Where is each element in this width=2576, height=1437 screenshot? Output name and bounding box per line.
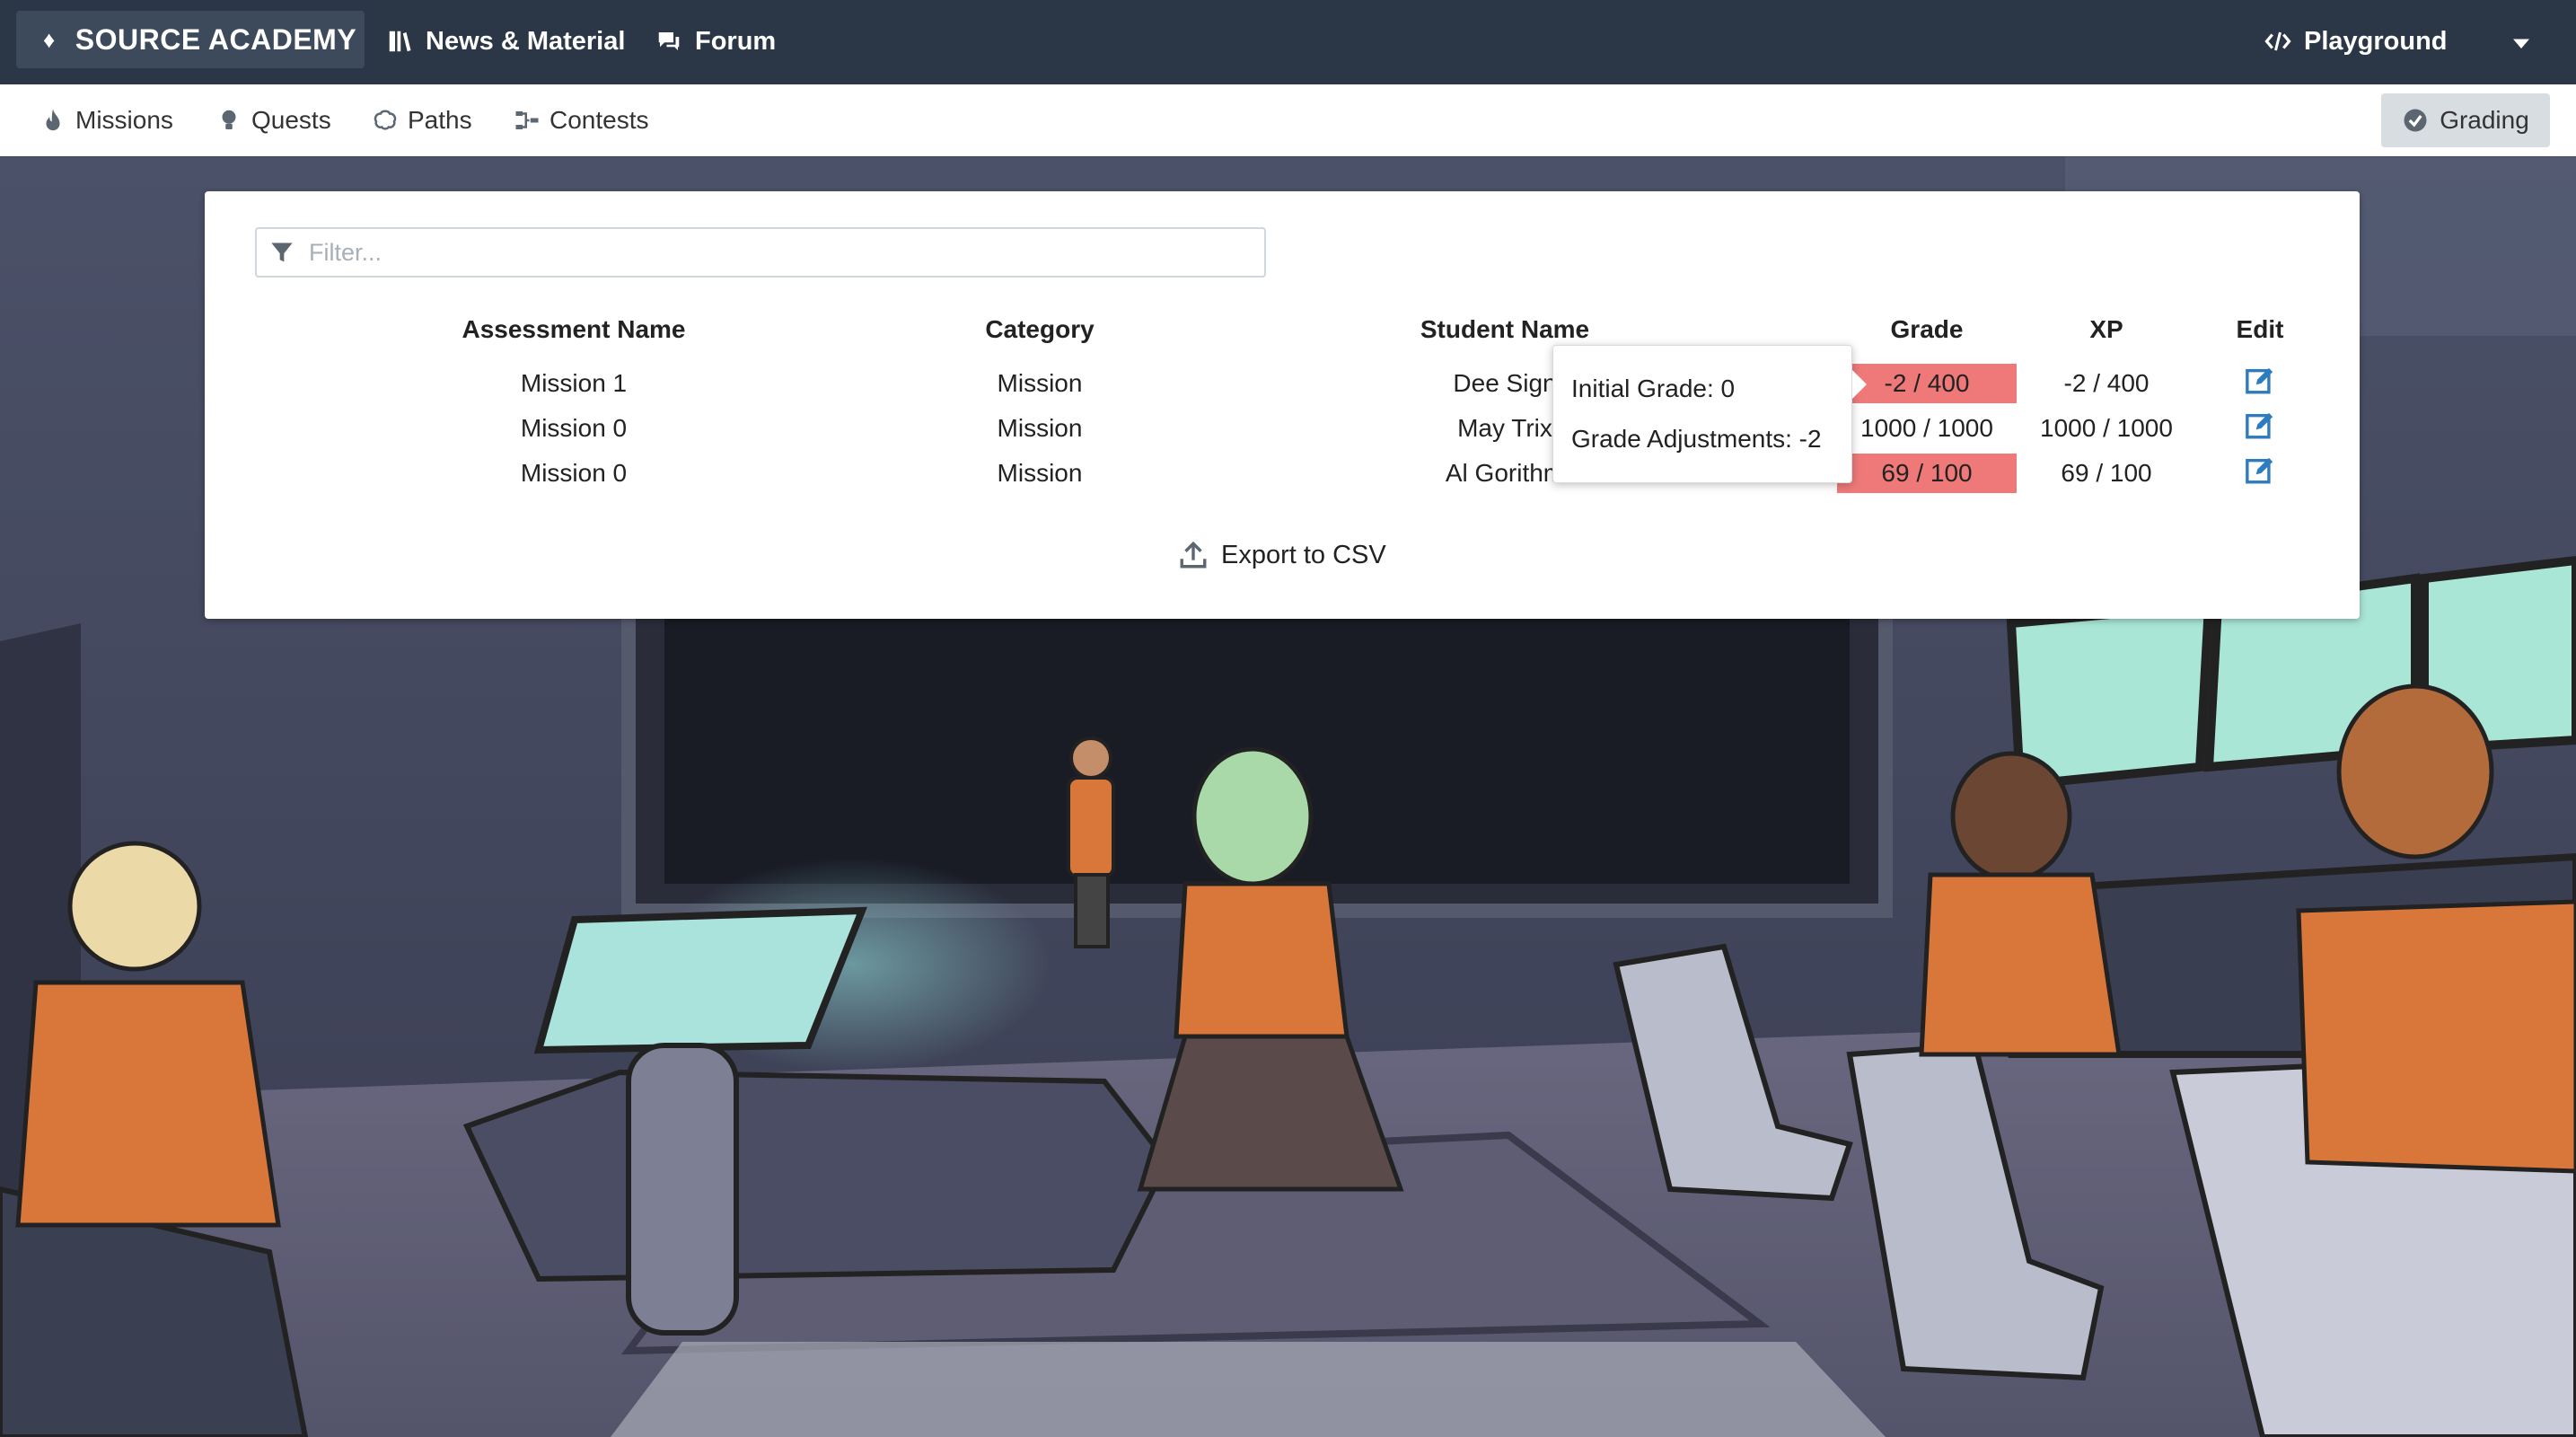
grade-value: -2 / 400 xyxy=(1884,369,1970,397)
col-header-assessment[interactable]: Assessment Name xyxy=(462,315,685,344)
brand-label: SOURCE ACADEMY xyxy=(75,22,357,56)
grading-card: Assessment Name Category Student Name Gr… xyxy=(205,191,2360,619)
tab-paths-label: Paths xyxy=(408,106,472,134)
col-header-category[interactable]: Category xyxy=(985,315,1094,344)
tooltip-initial-grade: Initial Grade: 0 xyxy=(1571,375,1736,402)
col-header-grade[interactable]: Grade xyxy=(1891,315,1964,344)
table-row-3-student: Al Gorithm xyxy=(1445,459,1565,487)
table-row-2-student: May Trix xyxy=(1457,414,1552,442)
tab-grading[interactable]: Grading xyxy=(2381,93,2550,147)
brain-icon xyxy=(374,110,397,130)
edit-icon[interactable] xyxy=(2245,455,2275,486)
grade-tooltip: Initial Grade: 0 Grade Adjustments: -2 xyxy=(1552,345,1852,483)
tab-contests[interactable]: Contests xyxy=(514,101,649,140)
upload-icon xyxy=(1180,541,1207,569)
brand-button[interactable]: ♦ SOURCE ACADEMY xyxy=(16,11,365,68)
chat-icon xyxy=(658,32,680,50)
check-circle-icon xyxy=(2404,109,2427,132)
edit-icon[interactable] xyxy=(2245,410,2275,441)
tab-missions[interactable]: Missions xyxy=(40,101,173,140)
grade-value: 69 / 100 xyxy=(1881,459,1973,487)
tab-quests[interactable]: Quests xyxy=(215,101,331,140)
bracket-icon xyxy=(515,111,539,129)
sub-navbar: Missions Quests Paths Contests Grading xyxy=(0,84,2576,156)
nav-playground[interactable]: Playground xyxy=(2264,20,2448,63)
academy-logo-icon: ♦ xyxy=(43,25,56,53)
filter-input[interactable] xyxy=(307,237,1244,268)
top-navbar: ♦ SOURCE ACADEMY News & Material Forum P… xyxy=(0,0,2576,84)
export-csv-button[interactable]: Export to CSV xyxy=(1178,540,1386,570)
tab-missions-label: Missions xyxy=(75,106,173,134)
tooltip-arrow xyxy=(1852,370,1867,399)
export-csv-label: Export to CSV xyxy=(1221,540,1386,569)
tooltip-grade-adjustments: Grade Adjustments: -2 xyxy=(1571,425,1822,453)
lightbulb-icon xyxy=(222,110,236,129)
table-row-3-grade[interactable]: 69 / 100 xyxy=(1837,454,2017,493)
nav-forum-label: Forum xyxy=(695,26,777,56)
filter-icon xyxy=(271,242,293,262)
table-row-1-assessment: Mission 1 xyxy=(520,369,628,397)
table-row-1-student: Dee Sign xyxy=(1453,369,1557,397)
table-row-1-category: Mission xyxy=(997,369,1083,397)
col-header-xp[interactable]: XP xyxy=(2089,315,2123,344)
table-row-2-category: Mission xyxy=(997,414,1083,442)
table-row-2-xp: 1000 / 1000 xyxy=(2040,414,2173,442)
table-row-3-category: Mission xyxy=(997,459,1083,487)
table-row-1-xp: -2 / 400 xyxy=(2063,369,2150,397)
nav-forum[interactable]: Forum xyxy=(655,20,776,63)
col-header-student[interactable]: Student Name xyxy=(1420,315,1589,344)
flame-icon xyxy=(46,109,60,131)
col-header-edit: Edit xyxy=(2236,315,2284,343)
tab-grading-label: Grading xyxy=(2440,106,2529,134)
tab-paths[interactable]: Paths xyxy=(372,101,472,140)
tab-quests-label: Quests xyxy=(251,106,331,134)
tab-contests-label: Contests xyxy=(549,106,649,134)
filter-field[interactable] xyxy=(255,227,1266,278)
nav-news-material[interactable]: News & Material xyxy=(386,20,625,63)
chevron-down-icon[interactable] xyxy=(2505,27,2537,59)
code-icon xyxy=(2264,31,2291,51)
table-row-2-assessment: Mission 0 xyxy=(520,414,628,442)
nav-playground-label: Playground xyxy=(2304,26,2448,56)
book-icon xyxy=(389,31,411,52)
table-row-3-xp: 69 / 100 xyxy=(2061,459,2152,487)
table-row-3-assessment: Mission 0 xyxy=(520,459,628,487)
nav-news-label: News & Material xyxy=(426,26,626,56)
grade-value: 1000 / 1000 xyxy=(1860,414,1993,442)
edit-icon[interactable] xyxy=(2245,366,2275,396)
table-row-2-grade[interactable]: 1000 / 1000 xyxy=(1837,409,2017,448)
